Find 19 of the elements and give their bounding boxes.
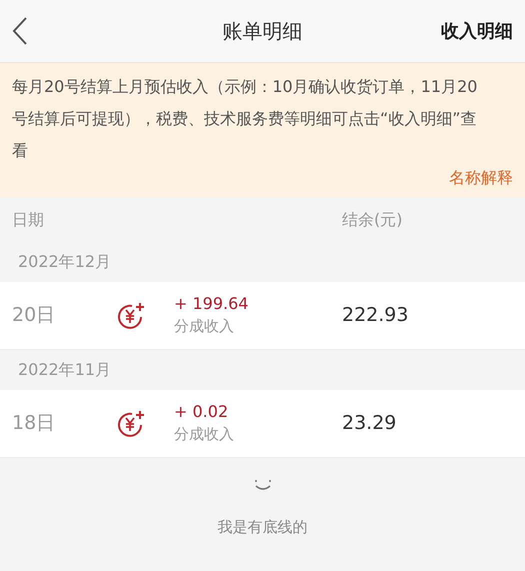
amount-text: + 199.64 (174, 294, 250, 314)
transaction-row[interactable]: 18日 + 0.02 分成收入 23.29 (0, 390, 525, 458)
column-header: 结余(元) (342, 208, 402, 230)
back-chevron-icon (12, 16, 28, 46)
income-type: 分成收入 (174, 424, 235, 444)
column-header: 日期 (12, 208, 45, 230)
notice-text: 每月20号结算上月预估收入（示例：10月确认收货订单，11月20号结算后可提现），税费、技术服务费等明细可点击“收入明细”查看 (12, 76, 478, 162)
day-label: 20日 (12, 303, 56, 328)
income-type: 分成收入 (174, 316, 235, 336)
amount-text: + 0.02 (174, 402, 230, 422)
page-title: 账单明细 (222, 18, 302, 45)
balance-text: 23.29 (342, 411, 396, 436)
transaction-row[interactable]: 20日 + 199.64 分成收入 222.93 (0, 282, 525, 350)
month-heading: 2022年12月 (18, 251, 112, 273)
month-heading: 2022年11月 (18, 359, 112, 381)
day-label: 18日 (12, 411, 56, 436)
income-detail-link[interactable]: 收入明细 (441, 18, 513, 44)
end-of-list-text: 我是有底线的 (218, 517, 308, 538)
balance-text: 222.93 (342, 303, 408, 328)
